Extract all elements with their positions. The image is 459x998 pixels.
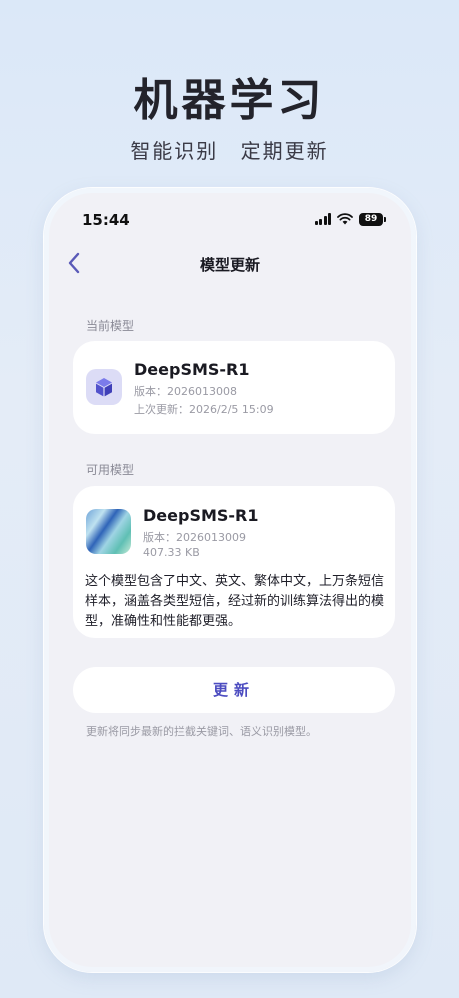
hero-title: 机器学习: [133, 75, 326, 126]
hero-subtitle: 智能识别 定期更新: [130, 139, 329, 163]
cellular-signal-icon: [314, 213, 331, 225]
available-model-version: 版本：2026013009: [143, 531, 246, 544]
wifi-icon: [337, 213, 353, 225]
status-time: 15:44: [82, 211, 130, 229]
current-model-name: DeepSMS-R1: [134, 360, 250, 379]
model-icon-container: [86, 369, 122, 405]
current-model-label: 当前模型: [86, 319, 135, 333]
update-note: 更新将同步最新的拦截关键词、语义识别模型。: [86, 725, 317, 738]
current-model-version: 版本：2026013008: [134, 385, 237, 398]
nav-bar: 模型更新: [49, 245, 411, 281]
status-icons: 89: [314, 212, 386, 226]
available-model-card: DeepSMS-R1 版本：2026013009 407.33 KB 这个模型包…: [73, 486, 395, 638]
phone-frame: 15:44 89 模型更新 当前模型 DeepSMS-R1 版本：2026013…: [44, 188, 416, 972]
available-model-label: 可用模型: [86, 463, 135, 477]
status-bar: 15:44 89: [49, 193, 411, 233]
battery-icon: 89: [359, 212, 386, 226]
phone-screen: 15:44 89 模型更新 当前模型 DeepSMS-R1 版本：2026013…: [49, 193, 411, 967]
available-model-name: DeepSMS-R1: [143, 506, 259, 525]
model-thumbnail: [86, 509, 131, 554]
current-model-last-updated: 上次更新：2026/2/5 15:09: [134, 403, 274, 416]
current-model-card: DeepSMS-R1 版本：2026013008 上次更新：2026/2/5 1…: [73, 341, 395, 434]
page-title: 模型更新: [199, 256, 260, 274]
cube-icon: [96, 378, 112, 397]
available-model-size: 407.33 KB: [143, 546, 200, 559]
available-model-description: 这个模型包含了中文、英文、繁体中文，上万条短信样本，涵盖各类型短信，经过新的训练…: [85, 574, 385, 629]
update-button[interactable]: 更新: [73, 667, 395, 713]
